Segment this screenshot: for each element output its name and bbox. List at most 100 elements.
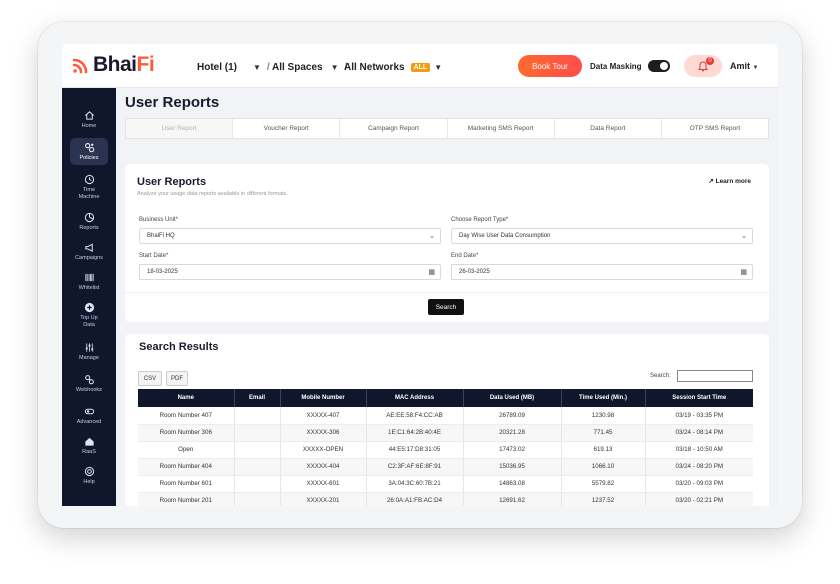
sidebar-item-label: Advanced	[76, 419, 102, 425]
learn-more-link[interactable]: ↗ Learn more	[708, 177, 751, 185]
wifi-logo-icon	[72, 58, 88, 74]
cell-mac: AE:EE:58:F4:CC:AB	[366, 407, 464, 425]
notification-count-badge: 0	[706, 57, 714, 65]
report-form-card: User Reports Analyze your usage data rep…	[125, 164, 769, 322]
book-tour-button[interactable]: Book Tour	[518, 55, 582, 77]
table-row[interactable]: Open XXXXX-OPEN 44:E5:17:D8:31:05 17473.…	[138, 441, 753, 459]
sidebar-item-label: Reports	[79, 225, 99, 231]
sidebar-item-label: Policies	[79, 155, 99, 161]
report-type-label: Choose Report Type*	[451, 217, 509, 223]
cell-mobile: XXXXX-404	[280, 458, 367, 476]
cell-time-used: 619.13	[561, 441, 646, 459]
form-divider	[125, 292, 769, 293]
tab-user-report[interactable]: User Report	[126, 119, 234, 138]
search-button[interactable]: Search	[428, 299, 464, 315]
cell-mac: C2:3F:AF:6E:8F:91	[366, 458, 464, 476]
column-header-name[interactable]: Name	[138, 389, 235, 407]
plus-circle-icon	[84, 302, 94, 313]
report-type-value: Day Wise User Data Consumption	[459, 233, 551, 239]
cell-data-used: 12691.62	[463, 492, 562, 506]
cell-email	[234, 458, 281, 476]
chevron-down-icon: ⌄	[429, 233, 435, 240]
table-header-row: Name Email Mobile Number MAC Address Dat…	[138, 389, 753, 407]
start-date-value: 18-03-2025	[147, 269, 178, 275]
start-date-label: Start Date*	[139, 253, 169, 259]
policies-icon	[84, 143, 94, 153]
pdf-export-button[interactable]: PDF	[166, 371, 188, 386]
cell-mobile: XXXXX-201	[280, 492, 367, 506]
csv-export-button[interactable]: CSV	[138, 371, 162, 386]
results-table: Name Email Mobile Number MAC Address Dat…	[138, 389, 753, 506]
end-date-input[interactable]: 26-03-2025 ▦	[451, 264, 753, 280]
notifications-button[interactable]: 0	[684, 55, 722, 77]
tab-otp-sms-report[interactable]: OTP SMS Report	[662, 119, 768, 138]
column-header-time-used[interactable]: Time Used (Min.)	[561, 389, 646, 407]
calendar-icon[interactable]: ▦	[740, 268, 747, 276]
column-header-mobile[interactable]: Mobile Number	[280, 389, 367, 407]
cell-data-used: 26789.09	[463, 407, 562, 425]
calendar-icon[interactable]: ▦	[428, 268, 435, 276]
column-header-session-start[interactable]: Session Start Time	[645, 389, 753, 407]
cell-name: Room Number 601	[138, 475, 235, 493]
clock-icon	[84, 174, 94, 185]
chevron-down-icon: ▼	[253, 63, 261, 72]
start-date-input[interactable]: 18-03-2025 ▦	[139, 264, 441, 280]
business-unit-select[interactable]: BhaiFi HQ ⌄	[139, 228, 441, 244]
hotel-selector[interactable]: Hotel (1) ▼ /	[197, 62, 270, 73]
cell-time-used: 1237.52	[561, 492, 646, 506]
sidebar-item-label: Help	[83, 479, 95, 485]
sidebar-item-top-up-data[interactable]: Top Up Data	[62, 302, 116, 329]
table-search-input[interactable]	[677, 370, 753, 382]
tab-marketing-sms-report[interactable]: Marketing SMS Report	[448, 119, 555, 138]
cell-email	[234, 492, 281, 506]
sidebar-item-campaigns[interactable]: Campaigns	[62, 242, 116, 262]
business-unit-value: BhaiFi HQ	[147, 233, 175, 239]
sidebar: Home Policies Time Machine Reports Campa…	[62, 88, 116, 506]
tab-campaign-report[interactable]: Campaign Report	[340, 119, 448, 138]
sidebar-item-home[interactable]: Home	[62, 110, 116, 130]
sidebar-item-help[interactable]: Help	[62, 466, 116, 486]
cell-email	[234, 441, 281, 459]
building-icon	[84, 437, 94, 446]
networks-badge: ALL	[410, 63, 431, 72]
column-header-email[interactable]: Email	[234, 389, 281, 407]
sidebar-item-manage[interactable]: Manage	[62, 342, 116, 362]
sidebar-item-policies[interactable]: Policies	[62, 138, 116, 165]
column-header-mac[interactable]: MAC Address	[366, 389, 464, 407]
sidebar-item-time-machine[interactable]: Time Machine	[62, 174, 116, 201]
table-row[interactable]: Room Number 404 XXXXX-404 C2:3F:AF:6E:8F…	[138, 458, 753, 476]
sidebar-item-whitelist[interactable]: Whitelist	[62, 272, 116, 292]
tab-voucher-report[interactable]: Voucher Report	[233, 119, 341, 138]
cell-mobile: XXXXX-407	[280, 407, 367, 425]
cell-session-start: 03/24 - 08:14 PM	[645, 424, 753, 442]
spaces-selector[interactable]: All Spaces ▼ /	[272, 62, 347, 73]
report-type-select[interactable]: Day Wise User Data Consumption ⌄	[451, 228, 753, 244]
data-masking-label: Data Masking	[590, 61, 642, 71]
sidebar-item-label-line2: Machine	[78, 194, 100, 200]
sidebar-item-label: Webhooks	[76, 387, 102, 393]
data-masking-toggle[interactable]	[647, 60, 670, 72]
separator-slash: /	[266, 62, 270, 73]
cell-time-used: 1230.98	[561, 407, 646, 425]
networks-selector[interactable]: All Networks ALL ▼	[344, 62, 442, 73]
table-row[interactable]: Room Number 306 XXXXX-306 1E:C1:64:2B:40…	[138, 424, 753, 442]
sidebar-item-reports[interactable]: Reports	[62, 212, 116, 232]
spaces-selector-label: All Spaces	[272, 62, 323, 73]
table-row[interactable]: Room Number 201 XXXXX-201 26:0A:A1:FB:AC…	[138, 492, 753, 506]
sidebar-item-advanced[interactable]: Advanced	[62, 406, 116, 426]
brand-logo[interactable]: BhaiFi	[72, 53, 155, 77]
end-date-value: 26-03-2025	[459, 269, 490, 275]
cell-email	[234, 424, 281, 442]
sidebar-item-webhooks[interactable]: Webhooks	[62, 374, 116, 394]
user-menu[interactable]: Amit ▼	[730, 61, 758, 71]
cell-data-used: 15036.95	[463, 458, 562, 476]
cell-time-used: 5579.82	[561, 475, 646, 493]
tab-data-report[interactable]: Data Report	[555, 119, 662, 138]
chevron-down-icon: ▼	[434, 63, 443, 72]
column-header-data-used[interactable]: Data Used (MB)	[463, 389, 562, 407]
table-row[interactable]: Room Number 407 XXXXX-407 AE:EE:58:F4:CC…	[138, 407, 753, 425]
cell-mac: 44:E5:17:D8:31:05	[366, 441, 464, 459]
table-row[interactable]: Room Number 601 XXXXX-601 3A:04:3C:60:7B…	[138, 475, 753, 493]
sidebar-item-raas[interactable]: RaaS	[62, 436, 116, 456]
cell-data-used: 17473.02	[463, 441, 562, 459]
